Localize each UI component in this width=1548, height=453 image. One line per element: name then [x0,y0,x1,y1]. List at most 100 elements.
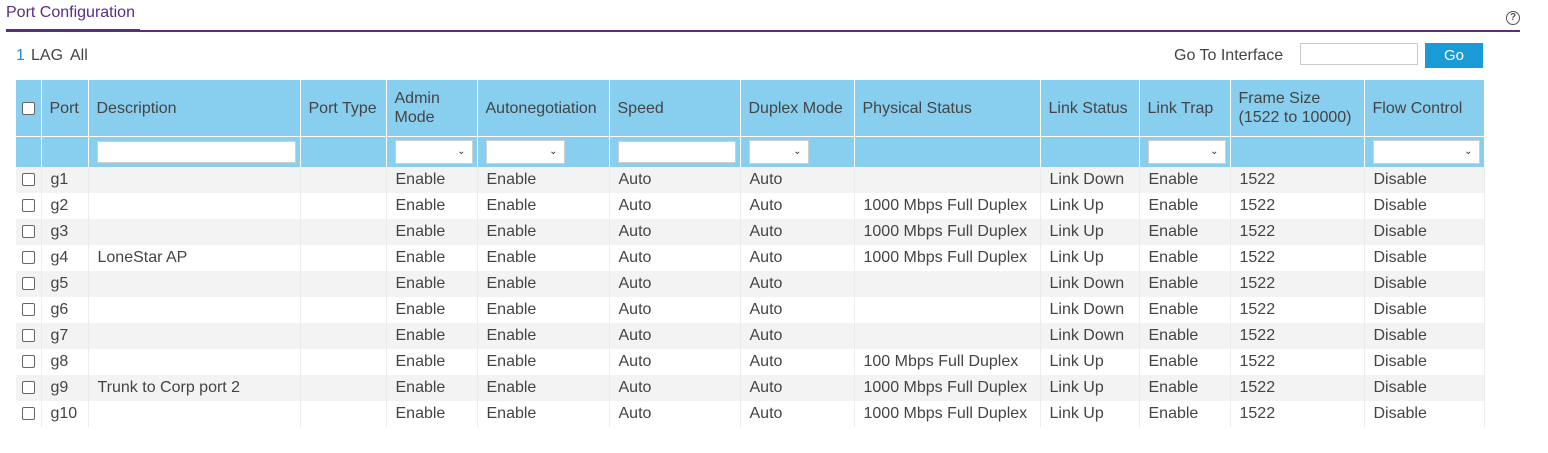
table-row[interactable]: g6 Enable Enable Auto Auto Link Down Enable 152… [16,297,1485,323]
row-checkbox[interactable] [21,277,35,291]
cell-frame-size: 1522 [1230,375,1365,401]
cell-duplex-mode: Auto [740,167,855,193]
row-select-cell [16,193,42,219]
cell-flow-control: Disable [1364,219,1485,245]
filter-lag-link[interactable]: LAG [31,47,63,65]
filter-cell-link-trap: ⌄ [1139,136,1231,167]
col-description[interactable]: Description [88,80,301,137]
cell-link-status: Link Up [1040,349,1140,375]
filter-all-link[interactable]: All [70,47,88,65]
row-checkbox[interactable] [21,225,35,239]
cell-physical-status: 1000 Mbps Full Duplex [854,401,1041,427]
cell-port-type [300,349,387,375]
table-row[interactable]: g8 Enable Enable Auto Auto 100 Mbps Full Dupl… [16,349,1485,375]
cell-autonegotiation: Enable [477,297,610,323]
table-row[interactable]: g5 Enable Enable Auto Auto Link Down Enable 152… [16,271,1485,297]
cell-frame-size: 1522 [1230,349,1365,375]
table-row[interactable]: g4 LoneStar AP Enable Enable Auto Auto 1000 Mb… [16,245,1485,271]
cell-admin-mode: Enable [386,245,478,271]
col-link-trap[interactable]: Link Trap [1139,80,1231,137]
col-autonegotiation[interactable]: Autonegotiation [477,80,610,137]
table-row[interactable]: g1 Enable Enable Auto Auto Link Down Enable 152… [16,167,1485,193]
cell-physical-status: 100 Mbps Full Duplex [854,349,1041,375]
cell-admin-mode: Enable [386,323,478,349]
duplex-mode-filter-select[interactable]: ⌄ [748,140,809,164]
speed-filter-input[interactable] [617,141,736,163]
row-checkbox[interactable] [21,355,35,369]
table-row[interactable]: g2 Enable Enable Auto Auto 1000 Mbps Full Dup… [16,193,1485,219]
cell-description [88,297,301,323]
toolbar: 1 LAG All Go To Interface Go [16,43,1484,70]
filter-cell-empty [300,136,387,167]
cell-link-status: Link Up [1040,401,1140,427]
row-select-cell [16,401,42,427]
col-admin-mode[interactable]: Admin Mode [386,80,478,137]
select-all-checkbox[interactable] [21,101,35,115]
row-checkbox[interactable] [21,329,35,343]
chevron-down-icon: ⌄ [549,146,558,157]
table-row[interactable]: g10 Enable Enable Auto Auto 1000 Mbps Full Du… [16,401,1485,427]
cell-port: g7 [41,323,89,349]
cell-port: g4 [41,245,89,271]
col-port-type[interactable]: Port Type [300,80,387,137]
col-speed[interactable]: Speed [609,80,741,137]
cell-port-type [300,193,387,219]
cell-description [88,401,301,427]
col-link-status[interactable]: Link Status [1040,80,1140,137]
link-trap-filter-select[interactable]: ⌄ [1147,140,1226,164]
cell-frame-size: 1522 [1230,245,1365,271]
description-filter-input[interactable] [96,141,296,163]
cell-duplex-mode: Auto [740,297,855,323]
cell-link-trap: Enable [1139,375,1231,401]
cell-frame-size: 1522 [1230,167,1365,193]
col-physical-status[interactable]: Physical Status [854,80,1041,137]
cell-port-type [300,375,387,401]
row-checkbox[interactable] [21,173,35,187]
cell-admin-mode: Enable [386,271,478,297]
help-circle-icon[interactable]: ? [1506,11,1520,25]
cell-link-status: Link Up [1040,375,1140,401]
row-checkbox[interactable] [21,199,35,213]
cell-admin-mode: Enable [386,297,478,323]
goto-interface-input[interactable] [1300,43,1418,65]
cell-port-type [300,167,387,193]
cell-link-trap: Enable [1139,349,1231,375]
table-row[interactable]: g7 Enable Enable Auto Auto Link Down Enable 152… [16,323,1485,349]
col-duplex-mode[interactable]: Duplex Mode [740,80,855,137]
row-checkbox[interactable] [21,407,35,421]
flow-control-filter-select[interactable]: ⌄ [1372,140,1480,164]
cell-port-type [300,245,387,271]
row-select-cell [16,375,42,401]
cell-duplex-mode: Auto [740,375,855,401]
row-checkbox[interactable] [21,251,35,265]
cell-speed: Auto [609,167,741,193]
cell-link-trap: Enable [1139,245,1231,271]
cell-description [88,167,301,193]
cell-duplex-mode: Auto [740,219,855,245]
cell-duplex-mode: Auto [740,193,855,219]
cell-port: g5 [41,271,89,297]
cell-speed: Auto [609,349,741,375]
col-flow-control[interactable]: Flow Control [1364,80,1485,137]
cell-link-status: Link Down [1040,323,1140,349]
chevron-down-icon: ⌄ [457,146,466,157]
cell-port: g6 [41,297,89,323]
cell-admin-mode: Enable [386,193,478,219]
title-bar: Port Configuration ? [6,0,1520,32]
table-row[interactable]: g3 Enable Enable Auto Auto 1000 Mbps Full Dup… [16,219,1485,245]
cell-description [88,271,301,297]
chevron-down-icon: ⌄ [1464,146,1473,157]
filter-cell-empty [1040,136,1140,167]
row-checkbox[interactable] [21,381,35,395]
filter-cell-empty [854,136,1041,167]
table-row[interactable]: g9 Trunk to Corp port 2 Enable Enable Auto Au… [16,375,1485,401]
cell-link-status: Link Down [1040,271,1140,297]
go-button[interactable]: Go [1425,43,1483,68]
filter-1-link[interactable]: 1 [16,47,25,65]
admin-mode-filter-select[interactable]: ⌄ [394,140,473,164]
col-port[interactable]: Port [41,80,89,137]
col-frame-size[interactable]: Frame Size (1522 to 10000) [1230,80,1365,137]
autonegotiation-filter-select[interactable]: ⌄ [485,140,565,164]
filter-cell-description [88,136,301,167]
row-checkbox[interactable] [21,303,35,317]
